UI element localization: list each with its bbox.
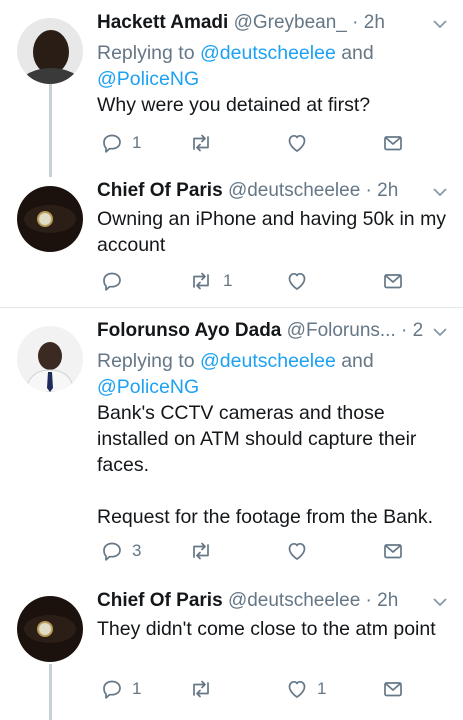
retweet-button[interactable] [188, 130, 223, 156]
direct-message-button[interactable] [382, 268, 404, 294]
mention-link[interactable]: @PoliceNG [97, 68, 199, 90]
chevron-down-icon[interactable] [431, 185, 449, 199]
chevron-down-icon[interactable] [431, 17, 449, 31]
replying-joiner: and [335, 350, 374, 372]
like-button[interactable] [286, 268, 317, 294]
tweet-text-line: account [97, 234, 166, 256]
heart-icon [288, 542, 306, 560]
envelope-icon [384, 274, 402, 289]
replying-to: Replying to @deutscheelee and @PoliceNG [97, 40, 374, 92]
tweet[interactable]: Chief Of Paris @deutscheelee · 2h They d… [0, 588, 463, 720]
reply-button[interactable]: 1 [101, 130, 141, 156]
replying-to: Replying to @deutscheelee and @PoliceNG [97, 348, 374, 400]
timestamp[interactable]: · 2h [401, 320, 423, 341]
display-name[interactable]: Chief Of Paris [97, 180, 223, 201]
display-name[interactable]: Folorunso Ayo Dada [97, 320, 281, 341]
replying-prefix: Replying to [97, 42, 200, 64]
reply-button[interactable] [101, 268, 132, 294]
like-button[interactable] [286, 130, 317, 156]
reply-icon [103, 542, 121, 561]
retweet-button[interactable]: 1 [188, 268, 232, 294]
tweet-text: Owning an iPhone and having 50k in my ac… [97, 206, 449, 258]
tweet-text-line: They didn't come close to the atm point [97, 618, 436, 640]
timestamp[interactable]: · 2h [366, 590, 399, 611]
tweet-header: Chief Of Paris @deutscheelee · 2h [97, 588, 423, 614]
reply-icon [103, 680, 121, 699]
display-name[interactable]: Hackett Amadi [97, 12, 228, 33]
like-count: 1 [317, 679, 327, 698]
mention-link[interactable]: @PoliceNG [97, 376, 199, 398]
tweet-actions: 1 [97, 130, 423, 156]
reply-count: 1 [132, 679, 142, 698]
replying-prefix: Replying to [97, 350, 200, 372]
tweet-header: Hackett Amadi @Greybean_ · 2h [97, 10, 423, 36]
replying-joiner: and [335, 42, 374, 64]
tweet[interactable]: Chief Of Paris @deutscheelee · 2h Owning… [0, 178, 463, 303]
retweet-icon [193, 134, 209, 152]
like-button[interactable]: 1 [286, 676, 326, 702]
chevron-down-icon[interactable] [431, 595, 449, 609]
handle[interactable]: @Greybean_ [234, 12, 347, 33]
tweet-text-line: Request for the footage from the Bank. [97, 506, 434, 528]
avatar[interactable] [17, 326, 83, 392]
heart-icon [288, 134, 306, 152]
tweet-actions: 1 1 [97, 676, 423, 702]
reply-count: 3 [132, 541, 142, 560]
handle[interactable]: @deutscheelee [228, 180, 360, 201]
handle[interactable]: @deutscheelee [228, 590, 360, 611]
retweet-icon [193, 680, 209, 698]
tweet-separator [0, 307, 463, 308]
direct-message-button[interactable] [382, 130, 404, 156]
mention-link[interactable]: @deutscheelee [200, 350, 336, 372]
heart-icon [288, 680, 306, 698]
tweet-header: Folorunso Ayo Dada @Foloruns... · 2h [97, 318, 423, 344]
tweet-text: They didn't come close to the atm point [97, 616, 449, 642]
retweet-button[interactable] [188, 538, 223, 564]
chevron-down-icon[interactable] [431, 325, 449, 339]
timestamp[interactable]: · 2h [352, 12, 385, 33]
reply-icon [103, 272, 121, 291]
tweet-text-line: faces. [97, 454, 150, 476]
tweet-text-line: Bank's CCTV cameras and those [97, 402, 385, 424]
tweet-actions: 1 [97, 268, 423, 294]
avatar[interactable] [17, 186, 83, 252]
retweet-icon [193, 542, 209, 560]
handle[interactable]: @Foloruns... [287, 320, 396, 341]
retweet-button[interactable] [188, 676, 223, 702]
tweet-text-line: installed on ATM should capture their [97, 428, 417, 450]
tweet-text: Bank's CCTV cameras and those installed … [97, 400, 449, 530]
tweet-text-line: Why were you detained at first? [97, 94, 371, 116]
tweet-text: Why were you detained at first? [97, 92, 449, 118]
like-button[interactable] [286, 538, 317, 564]
envelope-icon [384, 544, 402, 559]
reply-button[interactable]: 3 [101, 538, 141, 564]
tweet-actions: 3 [97, 538, 423, 564]
tweet[interactable]: Hackett Amadi @Greybean_ · 2h Replying t… [0, 10, 463, 170]
tweet-text-line [97, 478, 449, 504]
tweet[interactable]: Folorunso Ayo Dada @Foloruns... · 2h Rep… [0, 318, 463, 573]
avatar[interactable] [17, 596, 83, 662]
tweet-text-line: Owning an iPhone and having 50k in my [97, 208, 447, 230]
retweet-count: 1 [223, 271, 233, 290]
heart-icon [288, 272, 306, 290]
display-name[interactable]: Chief Of Paris [97, 590, 223, 611]
reply-button[interactable]: 1 [101, 676, 141, 702]
retweet-icon [193, 272, 209, 290]
direct-message-button[interactable] [382, 676, 404, 702]
timestamp[interactable]: · 2h [366, 180, 399, 201]
avatar[interactable] [17, 18, 83, 84]
mention-link[interactable]: @deutscheelee [200, 42, 336, 64]
reply-icon [103, 134, 121, 153]
envelope-icon [384, 682, 402, 697]
direct-message-button[interactable] [382, 538, 404, 564]
tweet-header: Chief Of Paris @deutscheelee · 2h [97, 178, 423, 204]
reply-count: 1 [132, 133, 142, 152]
envelope-icon [384, 136, 402, 151]
